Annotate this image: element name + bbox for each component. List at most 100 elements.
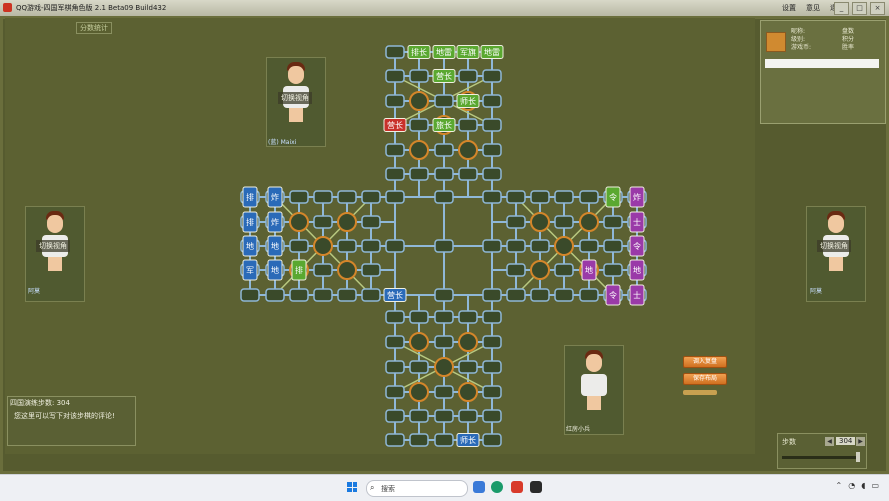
board-station [506, 263, 526, 277]
board-station [337, 288, 357, 302]
game-piece-label: 令 [609, 192, 617, 202]
board-station [409, 167, 429, 181]
avatar-face [288, 66, 304, 84]
board-station [385, 335, 405, 349]
info-text-field[interactable] [765, 59, 879, 68]
load-replay-button[interactable]: 调入复盘 [683, 356, 727, 368]
step-prev-button[interactable]: ◀ [825, 437, 834, 446]
board-station [482, 385, 502, 399]
board-station [385, 310, 405, 324]
info-winrate-label: 胜率 [842, 44, 855, 51]
edge-browser-icon[interactable] [491, 481, 503, 493]
player-right-switch-view-button[interactable]: 切换视角 [817, 240, 851, 252]
step-value[interactable]: 304 [836, 437, 856, 445]
game-piece-label: 排长 [411, 47, 427, 57]
game-app-icon[interactable] [511, 481, 523, 493]
board-station [434, 385, 454, 399]
board-station [482, 167, 502, 181]
game-piece-label: 炸 [633, 192, 641, 202]
board-station [458, 360, 478, 374]
avatar-body [581, 374, 607, 396]
avatar-legs [829, 257, 843, 271]
profile-icon [766, 32, 786, 52]
board-station [458, 409, 478, 423]
start-icon[interactable] [347, 482, 357, 492]
board-station [506, 190, 526, 204]
chevron-up-icon[interactable]: ⌃ [836, 481, 843, 490]
board-station [603, 215, 623, 229]
camp-station [337, 260, 357, 280]
board-station [482, 190, 502, 204]
player-left-switch-view-button[interactable]: 切换视角 [36, 240, 70, 252]
battery-icon[interactable]: ▭ [871, 481, 879, 490]
board-station [554, 215, 574, 229]
board-station [579, 239, 599, 253]
game-piece-label: 士 [633, 290, 641, 300]
board-station [361, 263, 381, 277]
game-piece-label: 地 [246, 241, 254, 251]
camp-station [409, 91, 429, 111]
player-bottom-name: 红房小兵 [566, 426, 591, 433]
board-station [506, 239, 526, 253]
step-next-button[interactable]: ▶ [856, 437, 865, 446]
step-slider-thumb[interactable] [856, 452, 860, 462]
board-station [458, 310, 478, 324]
game-piece-label: 士 [633, 217, 641, 227]
board-station [434, 190, 454, 204]
board-station [506, 215, 526, 229]
board-station [434, 143, 454, 157]
board-station [385, 94, 405, 108]
board-station [482, 288, 502, 302]
board-station [409, 433, 429, 447]
board-station [554, 263, 574, 277]
volume-icon[interactable]: ◖ [861, 481, 865, 490]
board-station [313, 263, 333, 277]
save-layout-button[interactable]: 保存布局 [683, 373, 727, 385]
file-explorer-icon[interactable] [473, 481, 485, 493]
terminal-app-icon[interactable] [530, 481, 542, 493]
board-station [530, 288, 550, 302]
camp-station [434, 357, 454, 377]
board-station [554, 288, 574, 302]
board-station [409, 360, 429, 374]
board-station [458, 118, 478, 132]
camp-station [289, 212, 309, 232]
comment-input[interactable]: 您这里可以写下对该步棋的评论! [14, 411, 115, 421]
camp-station [409, 140, 429, 160]
board-station [385, 143, 405, 157]
board-station [313, 288, 333, 302]
board-station [313, 190, 333, 204]
board-station [385, 433, 405, 447]
board-station [434, 433, 454, 447]
step-slider-track[interactable] [782, 456, 860, 459]
game-piece-label: 地 [633, 265, 641, 275]
game-piece-label: 营长 [436, 71, 452, 81]
game-piece-label: 炸 [271, 217, 279, 227]
player-top-name: (蓝) Maixi [268, 139, 297, 146]
board-station [337, 190, 357, 204]
game-piece-label: 排 [246, 217, 254, 227]
camp-station [579, 212, 599, 232]
board-station [361, 215, 381, 229]
board-station [506, 288, 526, 302]
board-station [554, 190, 574, 204]
player-right-name: 阿莫 [810, 288, 823, 295]
player-top-switch-view-button[interactable]: 切换视角 [278, 92, 312, 104]
game-piece-label: 营长 [387, 120, 403, 130]
camp-station [458, 140, 478, 160]
board-station [409, 69, 429, 83]
camp-station [530, 260, 550, 280]
board-station [385, 409, 405, 423]
player-left-name: 阿莫 [28, 288, 41, 295]
avatar-face [586, 354, 602, 372]
player-bottom-avatar [564, 345, 624, 435]
game-piece-label: 排 [295, 265, 303, 275]
board-station [482, 310, 502, 324]
board-station [313, 215, 333, 229]
game-piece-label: 军 [246, 266, 254, 275]
board-station [482, 118, 502, 132]
game-piece-label: 地雷 [436, 47, 452, 57]
network-icon[interactable]: ◔ [848, 481, 855, 490]
camp-station [458, 332, 478, 352]
game-piece-label: 营长 [387, 290, 403, 300]
